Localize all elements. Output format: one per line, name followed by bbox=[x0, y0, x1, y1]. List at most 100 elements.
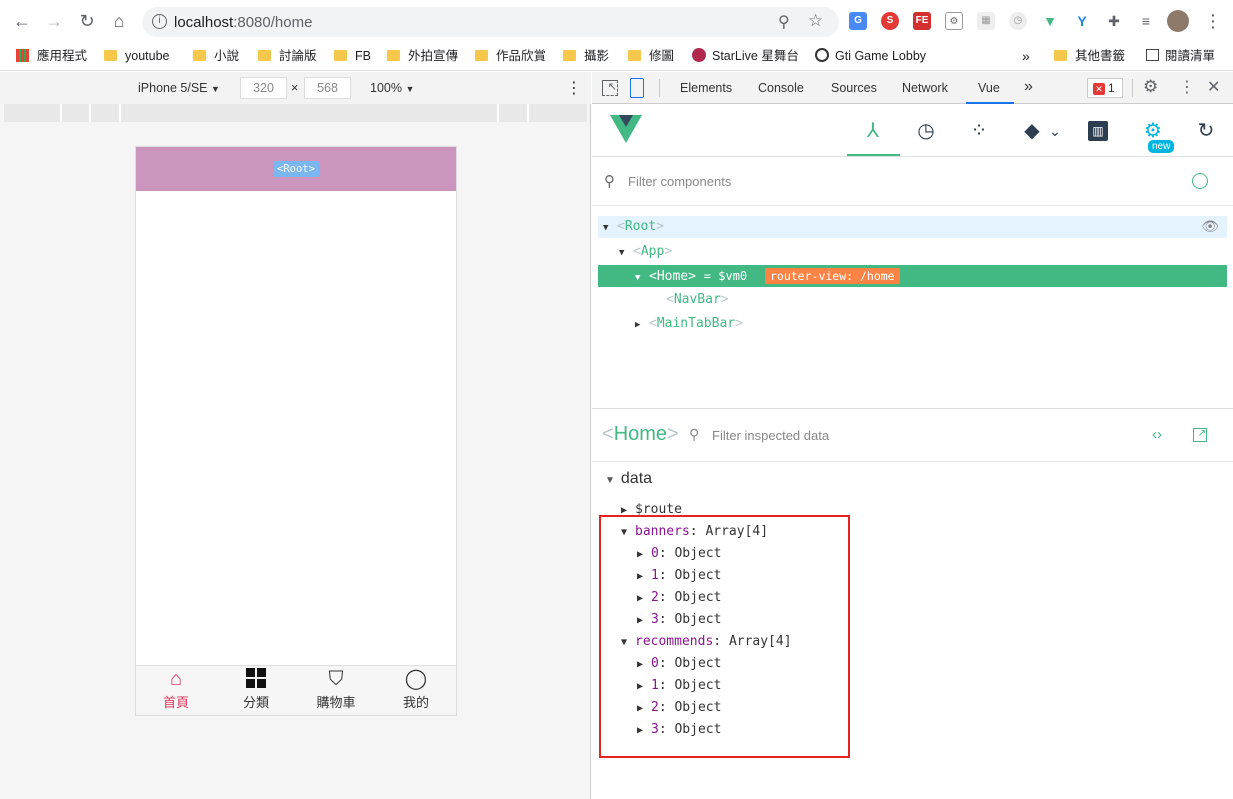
tab-elements[interactable]: Elements bbox=[680, 81, 732, 95]
tab-console[interactable]: Console bbox=[758, 81, 804, 95]
ruler-segment[interactable] bbox=[91, 104, 121, 122]
bookmark-star-icon[interactable]: ☆ bbox=[808, 11, 823, 31]
divider bbox=[1132, 79, 1133, 97]
tab-category[interactable]: 分類 bbox=[216, 666, 296, 716]
tab-sources[interactable]: Sources bbox=[831, 81, 877, 95]
bike-extension-icon[interactable]: ⚙ bbox=[945, 12, 963, 30]
bookmark-folder[interactable]: 小說 bbox=[193, 46, 239, 66]
profile-avatar[interactable] bbox=[1167, 10, 1189, 32]
tab-label: 分類 bbox=[242, 695, 269, 710]
tree-row-maintabbar[interactable]: ▶ <MainTabBar> bbox=[598, 313, 1227, 335]
code-brackets-icon[interactable]: ‹› bbox=[1152, 426, 1162, 443]
tab-vue[interactable]: Vue bbox=[966, 72, 1014, 104]
settings-gear-icon[interactable]: ⚙ bbox=[1143, 77, 1158, 97]
media-query-ruler[interactable] bbox=[4, 104, 587, 122]
bookmark-folder[interactable]: FB bbox=[334, 46, 371, 66]
ruler-segment[interactable] bbox=[499, 104, 529, 122]
url-path: :8080/home bbox=[233, 14, 313, 31]
tree-row-app[interactable]: ▼ <App> bbox=[598, 241, 1227, 263]
address-bar[interactable]: i localhost:8080/home ⚲ ☆ bbox=[142, 7, 839, 37]
zoom-label: 100% bbox=[370, 81, 402, 95]
divider bbox=[659, 79, 660, 97]
bookmark-label: 討論版 bbox=[279, 49, 317, 63]
tag-open: < bbox=[666, 292, 674, 307]
filter-data-input[interactable]: Filter inspected data bbox=[712, 428, 829, 443]
info-icon[interactable]: i bbox=[152, 14, 167, 29]
ruler-segment[interactable] bbox=[62, 104, 91, 122]
clock-extension-icon[interactable]: ◷ bbox=[1009, 12, 1027, 30]
router-dropdown-icon[interactable]: ⌄ bbox=[1043, 119, 1067, 143]
bookmark-folder[interactable]: youtube bbox=[104, 46, 169, 66]
bookmark-gti[interactable]: Gti Game Lobby bbox=[815, 46, 926, 66]
bookmark-reading-list[interactable]: 閱讀清單 bbox=[1146, 46, 1215, 66]
select-component-crosshair-icon[interactable] bbox=[1192, 173, 1208, 189]
bookmark-folder[interactable]: 討論版 bbox=[258, 46, 317, 66]
bookmark-folder[interactable]: 外拍宣傳 bbox=[387, 46, 458, 66]
v-extension-icon[interactable]: Y bbox=[1073, 12, 1091, 30]
expand-arrow-icon[interactable]: ▼ bbox=[619, 242, 633, 264]
reading-list-icon bbox=[1146, 49, 1159, 61]
more-tabs-icon[interactable]: » bbox=[1024, 78, 1033, 96]
bookmark-folder[interactable]: 攝影 bbox=[563, 46, 609, 66]
tag-close: > bbox=[720, 292, 729, 307]
tab-home[interactable]: ⌂ 首頁 bbox=[136, 666, 216, 716]
device-more-icon[interactable]: ⋮ bbox=[566, 78, 582, 98]
zoom-icon[interactable]: ⚲ bbox=[778, 12, 790, 32]
ruler-segment[interactable] bbox=[470, 104, 499, 122]
ruler-segment[interactable] bbox=[4, 104, 62, 122]
bookmark-folder[interactable]: 作品欣賞 bbox=[475, 46, 546, 66]
eye-icon[interactable]: 👁 bbox=[1201, 216, 1219, 238]
error-counter[interactable]: ✕ 1 bbox=[1087, 78, 1123, 98]
tree-row-navbar[interactable]: <NavBar> bbox=[598, 289, 1227, 311]
vue-extension-icon[interactable]: ▼ bbox=[1041, 12, 1059, 30]
device-toggle-icon[interactable] bbox=[630, 78, 644, 98]
inspect-element-icon[interactable]: ↖ bbox=[602, 80, 618, 96]
bookmark-starlive[interactable]: StarLive 星舞台 bbox=[692, 46, 799, 66]
folder-icon bbox=[1054, 50, 1067, 61]
bookmark-other[interactable]: 其他書籤 bbox=[1054, 46, 1125, 66]
tag-open: < bbox=[649, 269, 657, 284]
translate-extension-icon[interactable]: G bbox=[849, 12, 867, 30]
width-input[interactable]: 320 bbox=[240, 77, 287, 99]
tree-row-home-selected[interactable]: ▼ <Home> = $vm0 router-view: /home bbox=[598, 265, 1227, 287]
tag-open: < bbox=[633, 244, 641, 259]
more-bookmarks-icon[interactable]: » bbox=[1022, 46, 1030, 66]
fe-extension-icon[interactable]: FE bbox=[913, 12, 931, 30]
timeline-history-icon[interactable]: ◷ bbox=[914, 119, 938, 143]
search-icon: ⚲ bbox=[604, 173, 615, 190]
open-in-editor-icon[interactable]: ↗ bbox=[1193, 428, 1207, 442]
s-extension-icon[interactable]: S bbox=[881, 12, 899, 30]
tag-close: > bbox=[664, 244, 673, 259]
vuex-dots-icon[interactable]: ⁘ bbox=[967, 119, 991, 143]
zoom-select[interactable]: 100% ▼ bbox=[370, 81, 414, 95]
height-input[interactable]: 568 bbox=[304, 77, 351, 99]
reload-icon[interactable]: ↻ bbox=[77, 11, 97, 31]
home-icon[interactable]: ⌂ bbox=[109, 11, 129, 31]
tree-row-root[interactable]: ▼ <Root> 👁 bbox=[598, 216, 1227, 238]
component-name: App bbox=[640, 244, 665, 259]
performance-chart-icon[interactable]: ▥ bbox=[1088, 121, 1108, 141]
tab-cart[interactable]: ⛉ 購物車 bbox=[296, 666, 376, 716]
refresh-icon[interactable]: ↻ bbox=[1194, 119, 1218, 143]
bookmark-folder[interactable]: 修圖 bbox=[628, 46, 674, 66]
media-control-icon[interactable]: ≡ bbox=[1137, 12, 1155, 30]
browser-menu-icon[interactable]: ⋮ bbox=[1203, 11, 1223, 31]
expand-arrow-icon[interactable]: ▼ bbox=[635, 267, 649, 289]
router-icon[interactable]: ◆ bbox=[1020, 119, 1044, 143]
data-section-header[interactable]: ▼ data bbox=[605, 470, 652, 488]
device-select[interactable]: iPhone 5/SE ▼ bbox=[138, 81, 220, 95]
filter-components-input[interactable]: Filter components bbox=[628, 174, 731, 189]
bookmarks-bar: 應用程式 youtube 小說 討論版 FB 外拍宣傳 作品欣賞 攝影 修圖 S… bbox=[0, 42, 1233, 71]
close-devtools-icon[interactable]: ✕ bbox=[1207, 77, 1220, 97]
puzzle-extension-icon[interactable]: ✚ bbox=[1105, 12, 1123, 30]
collapse-arrow-icon[interactable]: ▶ bbox=[635, 314, 649, 336]
tab-network[interactable]: Network bbox=[902, 81, 948, 95]
devtools-menu-icon[interactable]: ⋮ bbox=[1179, 77, 1195, 97]
back-icon[interactable]: ← bbox=[12, 11, 32, 31]
bookmark-apps[interactable]: 應用程式 bbox=[16, 46, 87, 66]
forward-icon[interactable]: → bbox=[44, 11, 64, 31]
expand-arrow-icon[interactable]: ▼ bbox=[603, 217, 617, 239]
grid-extension-icon[interactable]: ▦ bbox=[977, 12, 995, 30]
tab-profile[interactable]: ◯ 我的 bbox=[376, 666, 456, 716]
components-tab[interactable]: ⅄ bbox=[847, 105, 900, 156]
